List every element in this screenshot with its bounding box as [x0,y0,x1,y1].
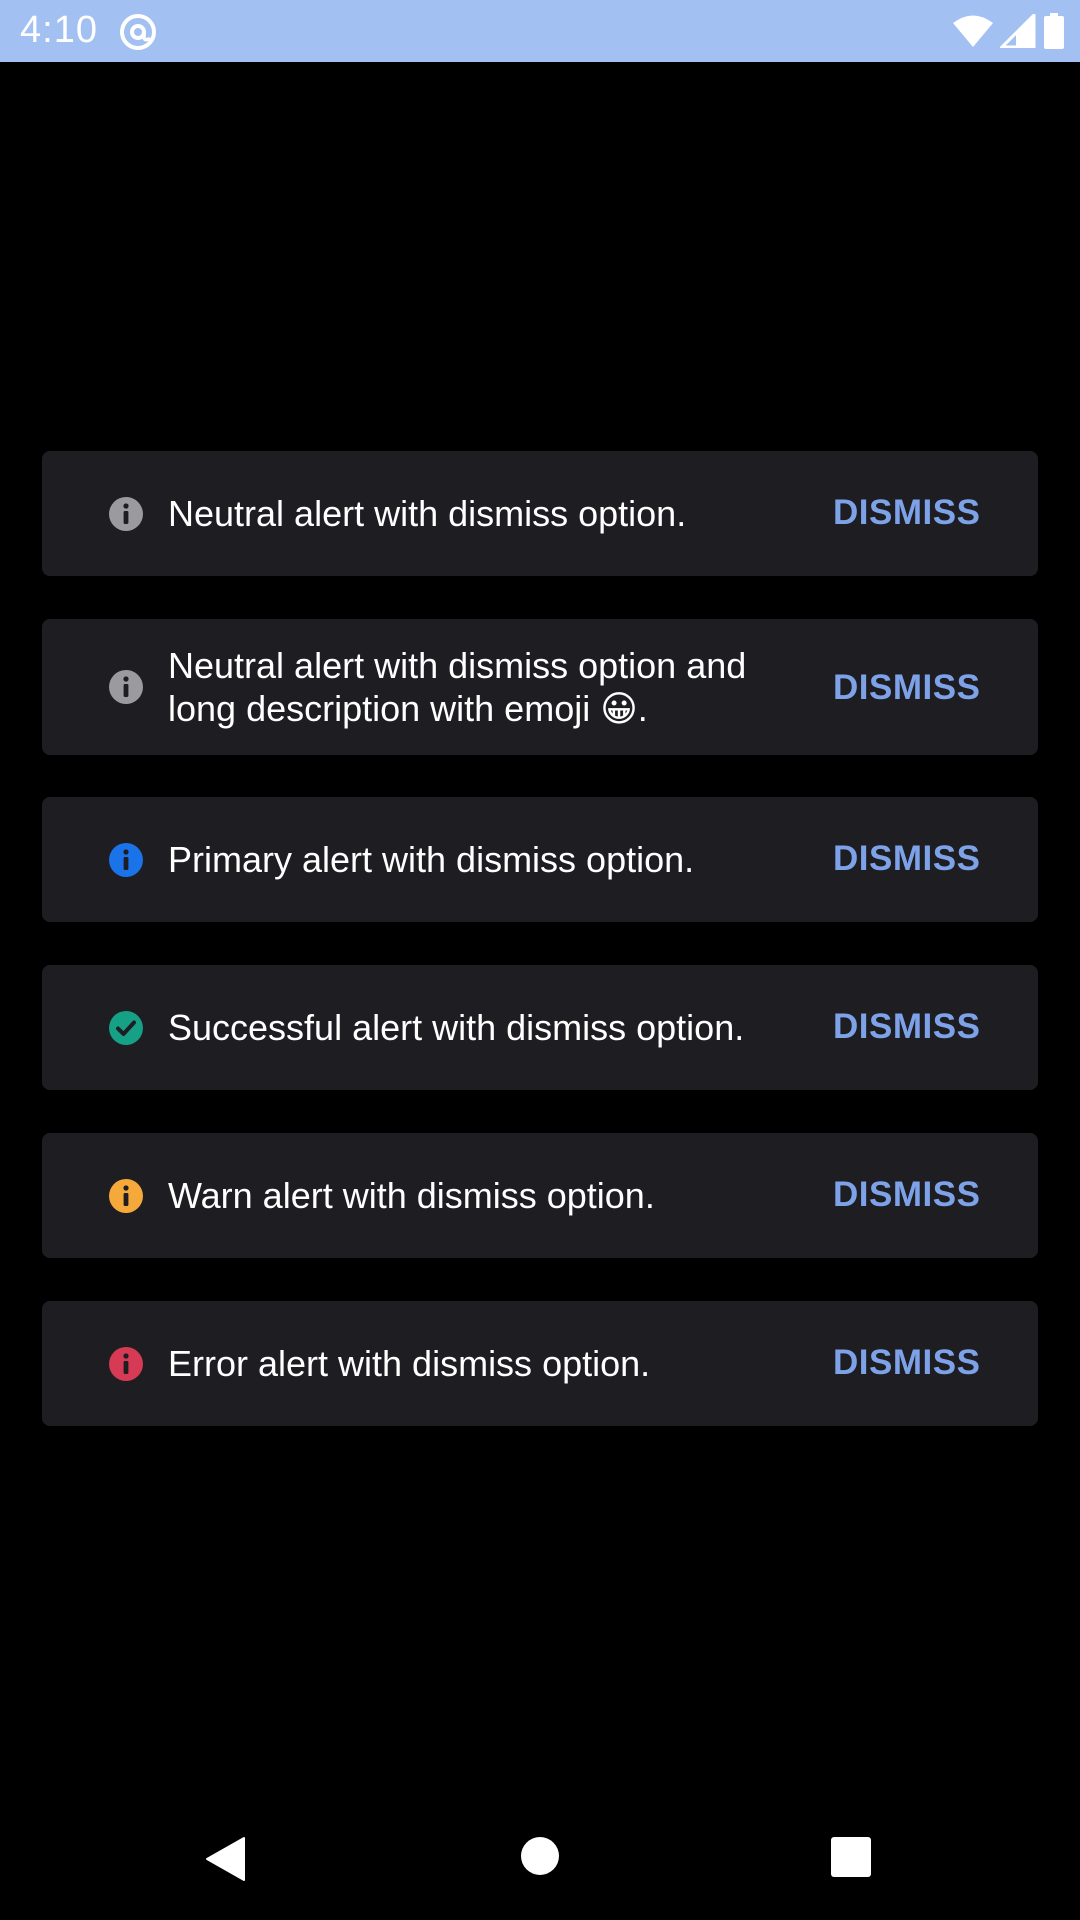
screen: 4:10 Neutral alert with dismiss option. … [0,0,1080,1920]
dismiss-button[interactable]: DISMISS [833,1007,980,1047]
home-icon[interactable] [520,1836,560,1876]
alert-message: Error alert with dismiss option. [168,1343,651,1384]
alert-error: Error alert with dismiss option. DISMISS [42,1301,1038,1426]
signal-icon [1000,14,1036,48]
check-circle-icon [109,1011,143,1045]
battery-icon [1044,13,1064,49]
dismiss-button[interactable]: DISMISS [833,668,980,708]
status-time: 4:10 [20,9,98,51]
alert-message: Neutral alert with dismiss option and lo… [168,645,747,729]
status-bar: 4:10 [0,0,1080,62]
dismiss-button[interactable]: DISMISS [833,839,980,879]
alert-success: Successful alert with dismiss option. DI… [42,965,1038,1090]
alert-neutral-long: Neutral alert with dismiss option and lo… [42,619,1038,755]
info-icon [109,670,143,704]
recents-icon[interactable] [830,1836,872,1878]
info-icon [109,843,143,877]
alert-neutral: Neutral alert with dismiss option. DISMI… [42,451,1038,576]
info-icon [109,1179,143,1213]
alert-message: Neutral alert with dismiss option. [168,493,687,534]
alert-message: Successful alert with dismiss option. [168,1007,745,1048]
alert-primary: Primary alert with dismiss option. DISMI… [42,797,1038,922]
info-icon [109,1347,143,1381]
status-icons [952,12,1066,50]
back-icon[interactable] [204,1836,246,1882]
alert-warn: Warn alert with dismiss option. DISMISS [42,1133,1038,1258]
dismiss-button[interactable]: DISMISS [833,1343,980,1383]
wifi-icon [953,15,993,47]
at-sign-circle-icon [120,14,156,50]
info-icon [109,497,143,531]
dismiss-button[interactable]: DISMISS [833,1175,980,1215]
alert-message: Primary alert with dismiss option. [168,839,695,880]
alert-message: Warn alert with dismiss option. [168,1175,655,1216]
dismiss-button[interactable]: DISMISS [833,493,980,533]
